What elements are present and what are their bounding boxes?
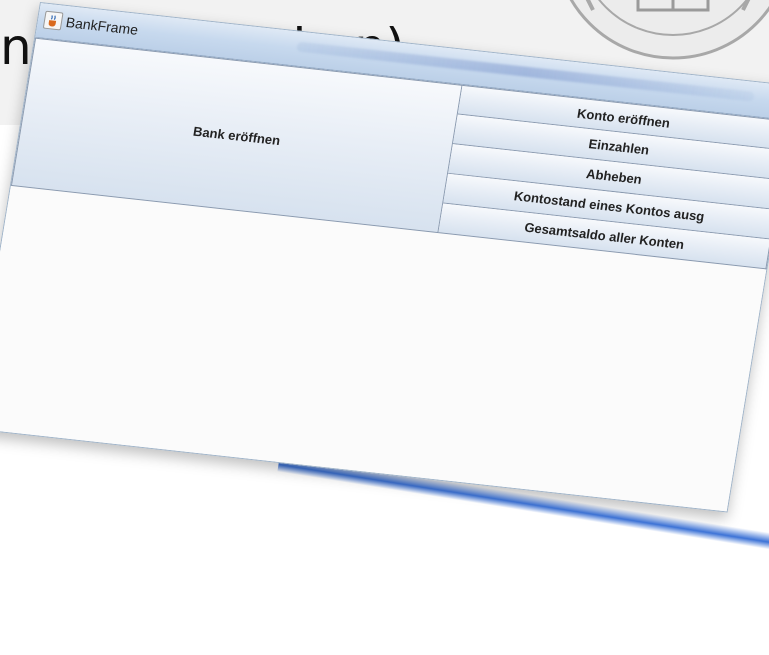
window-title: BankFrame: [64, 14, 140, 38]
university-seal-icon: [569, 0, 769, 60]
java-cup-icon: [42, 10, 64, 31]
window-content: Bank eröffnen Konto eröffnen Einzahlen A…: [0, 37, 769, 512]
withdraw-label: Abheben: [585, 166, 643, 188]
deposit-label: Einzahlen: [587, 136, 651, 158]
bankframe-window: BankFrame Bank eröffnen Konto eröffnen E…: [0, 2, 769, 513]
right-column: Konto eröffnen Einzahlen Abheben Kontost…: [438, 84, 769, 270]
open-bank-label: Bank eröffnen: [192, 123, 282, 148]
open-account-label: Konto eröffnen: [576, 105, 672, 131]
